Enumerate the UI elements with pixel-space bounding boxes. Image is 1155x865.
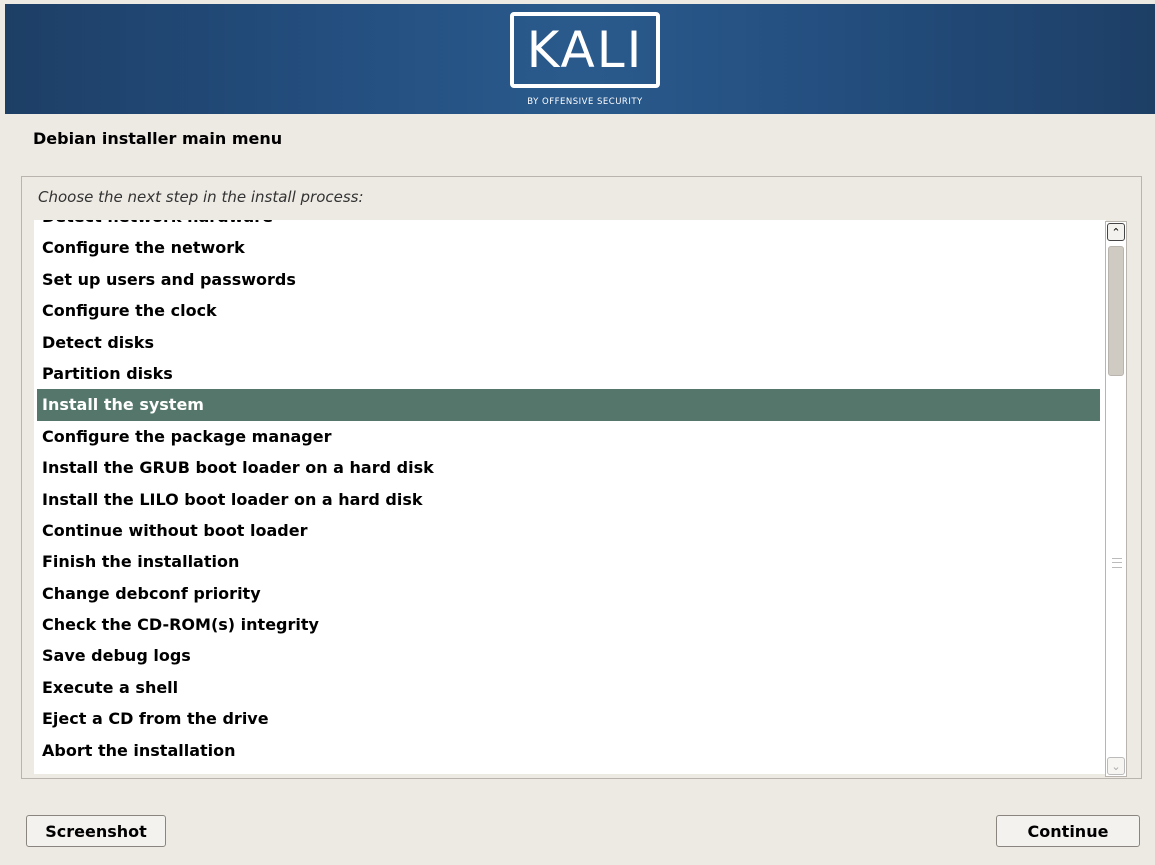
kali-logo-subtitle: BY OFFENSIVE SECURITY: [527, 97, 643, 107]
menu-item[interactable]: Set up users and passwords: [34, 264, 1106, 295]
menu-item[interactable]: Configure the network: [34, 232, 1106, 263]
menu-item[interactable]: Partition disks: [34, 358, 1106, 389]
menu-item[interactable]: Detect disks: [34, 327, 1106, 358]
kali-logo-box: KALI: [510, 12, 660, 88]
menu-item[interactable]: Eject a CD from the drive: [34, 703, 1106, 734]
menu-item[interactable]: Finish the installation: [34, 546, 1106, 577]
menu-item[interactable]: Execute a shell: [34, 672, 1106, 703]
menu-item[interactable]: Save debug logs: [34, 640, 1106, 671]
menu-list[interactable]: Detect network hardwareConfigure the net…: [34, 220, 1106, 774]
kali-logo-text: KALI: [526, 21, 644, 79]
scroll-up-button[interactable]: ⌃: [1107, 223, 1125, 241]
menu-item[interactable]: Install the system: [37, 389, 1100, 421]
scrollbar-thumb[interactable]: [1108, 246, 1124, 376]
menu-item[interactable]: Configure the package manager: [34, 421, 1106, 452]
kali-logo: KALI BY OFFENSIVE SECURITY: [510, 12, 660, 112]
scroll-down-button[interactable]: ⌄: [1107, 757, 1125, 775]
menu-item[interactable]: Configure the clock: [34, 295, 1106, 326]
menu-item[interactable]: Install the LILO boot loader on a hard d…: [34, 484, 1106, 515]
menu-prompt: Choose the next step in the install proc…: [38, 188, 364, 206]
menu-item[interactable]: Continue without boot loader: [34, 515, 1106, 546]
menu-item[interactable]: Check the CD-ROM(s) integrity: [34, 609, 1106, 640]
menu-panel: Choose the next step in the install proc…: [21, 176, 1142, 779]
menu-item[interactable]: Change debconf priority: [34, 578, 1106, 609]
menu-item[interactable]: Detect network hardware: [34, 220, 1106, 232]
continue-button[interactable]: Continue: [996, 815, 1140, 847]
menu-item[interactable]: Install the GRUB boot loader on a hard d…: [34, 452, 1106, 483]
chevron-up-icon: ⌃: [1111, 225, 1121, 239]
screenshot-button[interactable]: Screenshot: [26, 815, 166, 847]
chevron-down-icon: ⌄: [1111, 759, 1121, 773]
menu-item[interactable]: Abort the installation: [34, 735, 1106, 766]
menu-scrollbar[interactable]: ⌃ ⌄: [1105, 221, 1127, 777]
scrollbar-grip: [1112, 558, 1122, 568]
page-title: Debian installer main menu: [33, 129, 283, 148]
